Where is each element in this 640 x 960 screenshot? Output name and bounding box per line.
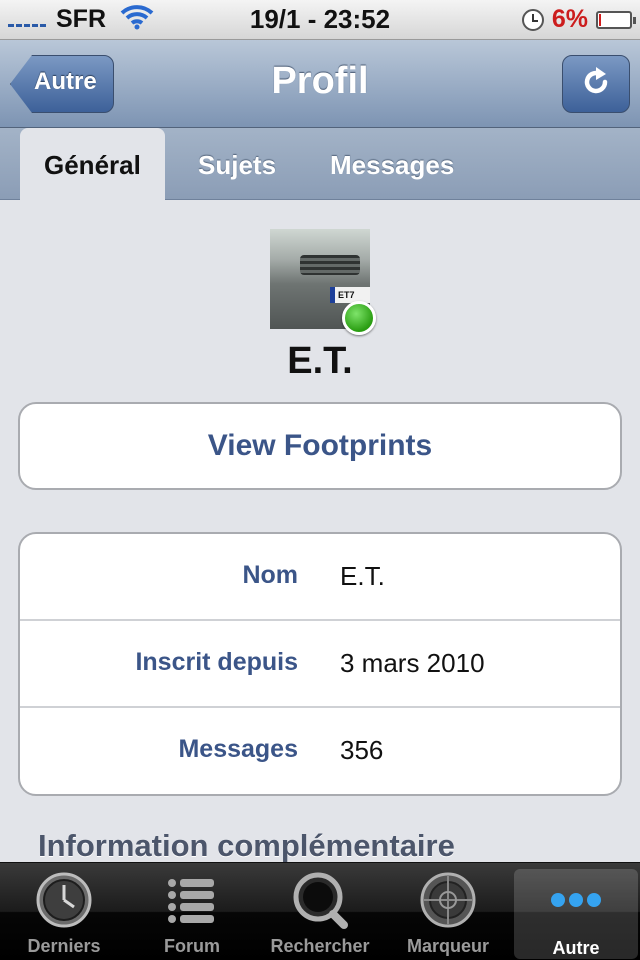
info-row-nom: Nom E.T.: [20, 534, 620, 621]
tab-forum[interactable]: Forum: [130, 863, 254, 960]
profile-tabs: Général Sujets Messages: [0, 128, 640, 201]
battery-percent: 6%: [551, 5, 588, 33]
tab-general[interactable]: Général: [20, 128, 165, 201]
radar-icon: [418, 871, 478, 929]
info-row-inscrit-depuis: Inscrit depuis 3 mars 2010: [20, 621, 620, 708]
info-label: Nom: [242, 561, 298, 589]
view-footprints-label: View Footprints: [207, 429, 433, 462]
info-label: Messages: [178, 735, 298, 763]
status-bar: SFR 19/1 - 23:52 6%: [0, 0, 640, 40]
info-value: 356: [340, 735, 384, 765]
online-status-icon: [342, 301, 376, 335]
tab-marqueur[interactable]: Marqueur: [386, 863, 510, 960]
tab-label: Rechercher: [270, 936, 370, 956]
section-header: Information complémentaire: [38, 828, 455, 863]
more-dots-icon: [546, 871, 606, 929]
avatar-plate: ET7: [330, 287, 370, 303]
page-title: Profil: [271, 60, 369, 102]
list-icon: [162, 871, 222, 929]
view-footprints-button[interactable]: View Footprints: [18, 402, 622, 490]
tab-label: Autre: [552, 938, 600, 958]
tab-messages[interactable]: Messages: [330, 150, 454, 181]
info-value: 3 mars 2010: [340, 648, 485, 678]
tab-autre[interactable]: Autre: [514, 869, 638, 959]
alarm-icon: [521, 8, 544, 31]
bottom-tab-bar: Derniers Forum Rechercher Marqueur Autre: [0, 862, 640, 960]
navigation-bar: Autre Profil: [0, 40, 640, 128]
profile-info-table: Nom E.T. Inscrit depuis 3 mars 2010 Mess…: [18, 532, 622, 796]
tab-derniers[interactable]: Derniers: [2, 863, 126, 960]
tab-label: Marqueur: [406, 936, 489, 956]
info-value: E.T.: [340, 561, 385, 591]
info-row-messages: Messages 356: [20, 708, 620, 794]
info-label: Inscrit depuis: [135, 648, 298, 676]
magnifier-icon: [290, 871, 350, 929]
clock-icon: [34, 871, 94, 929]
tab-label: Derniers: [27, 936, 101, 956]
battery-icon: [596, 10, 636, 29]
tab-sujets[interactable]: Sujets: [198, 150, 276, 181]
tab-rechercher[interactable]: Rechercher: [258, 863, 382, 960]
refresh-icon: [579, 65, 613, 104]
refresh-button[interactable]: [562, 55, 630, 113]
profile-username: E.T.: [287, 340, 353, 382]
tab-label: Forum: [164, 936, 220, 956]
